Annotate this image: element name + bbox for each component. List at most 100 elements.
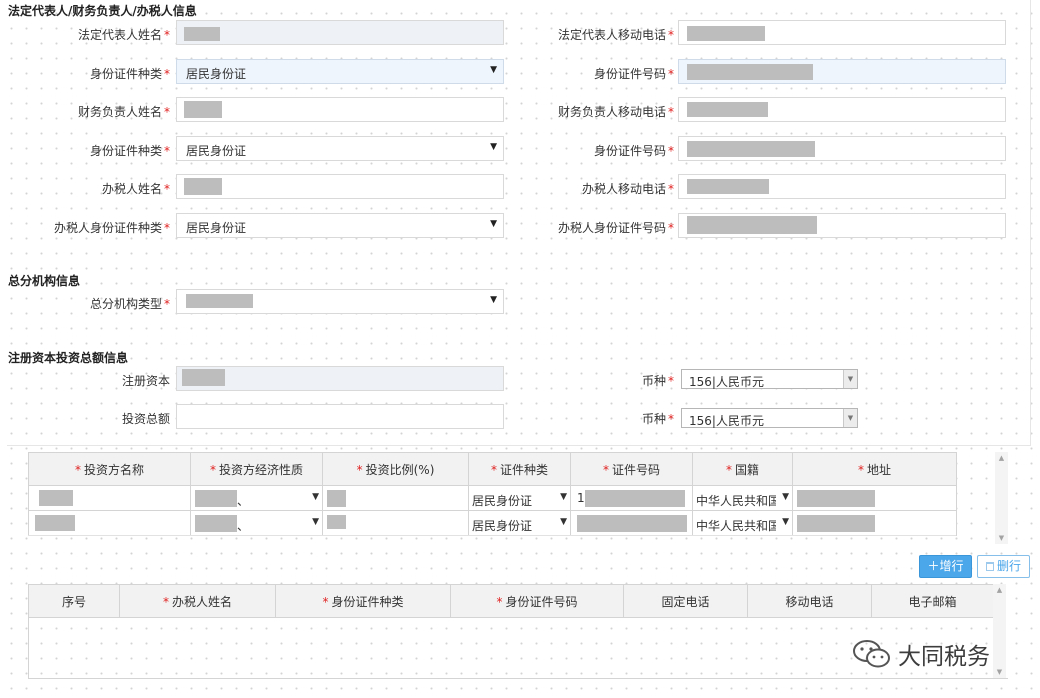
- watermark-text: 大同税务: [898, 644, 990, 670]
- select-value: 居民身份证: [186, 221, 247, 235]
- branch-type-select[interactable]: ▼: [176, 289, 504, 314]
- label-fin-id-no: 身份证件号码 *: [593, 144, 674, 158]
- col-header-address: * 地址: [792, 452, 957, 486]
- registered-capital-field[interactable]: [176, 366, 504, 391]
- cell-economic-nature[interactable]: 、 ▼: [190, 510, 323, 536]
- dropdown-arrow-icon: ▼: [312, 491, 319, 502]
- redacted-value: [687, 102, 768, 117]
- dropdown-arrow-icon: ▼: [490, 65, 497, 75]
- redacted-value: [195, 514, 237, 532]
- tax-phone-field[interactable]: [678, 174, 1006, 199]
- dropdown-arrow-icon[interactable]: ▼: [843, 409, 857, 427]
- rep-phone-field[interactable]: [678, 20, 1006, 45]
- redacted-value: [577, 515, 687, 532]
- cell-id-number[interactable]: [570, 510, 693, 536]
- label-currency-1: 币种 *: [641, 374, 674, 388]
- col-header-agent-id-type: * 身份证件种类: [275, 584, 451, 618]
- fin-id-type-select[interactable]: 居民身份证 ▼: [176, 136, 504, 161]
- redacted-value: [182, 369, 225, 386]
- cell-address[interactable]: [792, 510, 957, 536]
- col-header-investment-ratio: * 投资比例(%): [322, 452, 469, 486]
- label-branch-type: 总分机构类型 *: [89, 297, 170, 311]
- label-rep-id-type: 身份证件种类 *: [89, 67, 170, 81]
- tax-id-type-select[interactable]: 居民身份证 ▼: [176, 213, 504, 238]
- col-header-email: 电子邮箱: [871, 584, 994, 618]
- dropdown-arrow-icon[interactable]: ▼: [843, 370, 857, 388]
- dropdown-arrow-icon: ▼: [560, 491, 567, 502]
- col-header-mobile: 移动电话: [747, 584, 872, 618]
- delete-row-button[interactable]: 删行: [977, 555, 1030, 578]
- currency-select-2[interactable]: 156|人民币元 ▼: [681, 408, 858, 428]
- cell-investment-ratio[interactable]: [322, 510, 469, 536]
- plus-icon: ＋: [927, 559, 940, 573]
- redacted-value: [195, 489, 237, 507]
- cell-address[interactable]: [792, 485, 957, 511]
- redacted-value: [184, 178, 222, 195]
- select-value: 156|人民币元: [689, 375, 764, 389]
- redacted-value: [39, 490, 73, 506]
- tax-name-field[interactable]: [176, 174, 504, 199]
- scroll-down-icon[interactable]: ▼: [995, 534, 1008, 542]
- table-divider: [28, 535, 956, 536]
- wechat-icon: [853, 640, 890, 668]
- scroll-down-icon[interactable]: ▼: [993, 668, 1006, 676]
- currency-select-1[interactable]: 156|人民币元 ▼: [681, 369, 858, 389]
- select-value: 156|人民币元: [689, 414, 764, 428]
- fin-name-field[interactable]: [176, 97, 504, 122]
- fin-phone-field[interactable]: [678, 97, 1006, 122]
- cell-investment-ratio[interactable]: [322, 485, 469, 511]
- cell-nationality[interactable]: 中华人民共和国 ▼: [692, 485, 793, 511]
- label-fin-phone: 财务负责人移动电话 *: [557, 105, 674, 119]
- col-header-nationality: * 国籍: [692, 452, 793, 486]
- section-title-capital: 注册资本投资总额信息: [8, 351, 129, 365]
- investor-table-scrollbar[interactable]: ▲ ▼: [995, 452, 1008, 544]
- col-header-seq: 序号: [28, 584, 120, 618]
- redacted-value: [35, 515, 75, 531]
- agent-table-scrollbar[interactable]: ▲ ▼: [993, 584, 1006, 678]
- total-investment-field[interactable]: [176, 404, 504, 429]
- redacted-value: [327, 515, 346, 529]
- label-tax-name: 办税人姓名 *: [101, 182, 170, 196]
- cell-id-type[interactable]: 居民身份证 ▼: [468, 485, 571, 511]
- label-tax-phone: 办税人移动电话 *: [581, 182, 674, 196]
- redacted-value: [186, 294, 253, 308]
- col-header-id-type: * 证件种类: [468, 452, 571, 486]
- label-tax-id-no: 办税人身份证件号码 *: [557, 221, 674, 235]
- table-row: 、 ▼ 居民身份证 ▼ 1 中华人民共和国 ▼: [28, 485, 957, 511]
- rep-id-no-field[interactable]: [678, 59, 1006, 84]
- section-title-legal: 法定代表人/财务负责人/办税人信息: [8, 4, 197, 18]
- label-total-investment: 投资总额: [121, 412, 170, 426]
- cell-investor-name[interactable]: [28, 485, 191, 511]
- cell-economic-nature[interactable]: 、 ▼: [190, 485, 323, 511]
- label-currency-2: 币种 *: [641, 412, 674, 426]
- redacted-value: [184, 27, 220, 41]
- rep-name-field[interactable]: [176, 20, 504, 45]
- table-border-left: [28, 617, 29, 679]
- scroll-up-icon[interactable]: ▲: [993, 586, 1006, 594]
- rep-id-type-select[interactable]: 居民身份证 ▼: [176, 59, 504, 84]
- label-rep-id-no: 身份证件号码 *: [593, 67, 674, 81]
- redacted-value: [797, 490, 875, 507]
- cell-investor-name[interactable]: [28, 510, 191, 536]
- cell-id-type[interactable]: 居民身份证 ▼: [468, 510, 571, 536]
- redacted-value: [585, 490, 685, 507]
- label-tax-id-type: 办税人身份证件种类 *: [53, 221, 170, 235]
- add-row-button[interactable]: ＋增行: [919, 555, 972, 578]
- col-header-economic-nature: * 投资方经济性质: [190, 452, 323, 486]
- cell-id-number[interactable]: 1: [570, 485, 693, 511]
- table-border-bottom: [28, 678, 1008, 679]
- trash-icon: [985, 562, 994, 571]
- col-header-landline: 固定电话: [623, 584, 748, 618]
- cell-nationality[interactable]: 中华人民共和国 ▼: [692, 510, 793, 536]
- section-title-branch: 总分机构信息: [8, 274, 81, 288]
- fin-id-no-field[interactable]: [678, 136, 1006, 161]
- tax-id-no-field[interactable]: [678, 213, 1006, 238]
- scroll-up-icon[interactable]: ▲: [995, 454, 1008, 462]
- redacted-value: [327, 490, 346, 507]
- col-header-investor-name: * 投资方名称: [28, 452, 191, 486]
- label-rep-name: 法定代表人姓名 *: [77, 28, 170, 42]
- redacted-value: [687, 64, 813, 80]
- dropdown-arrow-icon: ▼: [490, 219, 497, 229]
- investor-table: * 投资方名称 * 投资方经济性质 * 投资比例(%) * 证件种类 * 证件号码 * 国籍…: [28, 452, 957, 536]
- watermark: 大同税务: [852, 636, 990, 672]
